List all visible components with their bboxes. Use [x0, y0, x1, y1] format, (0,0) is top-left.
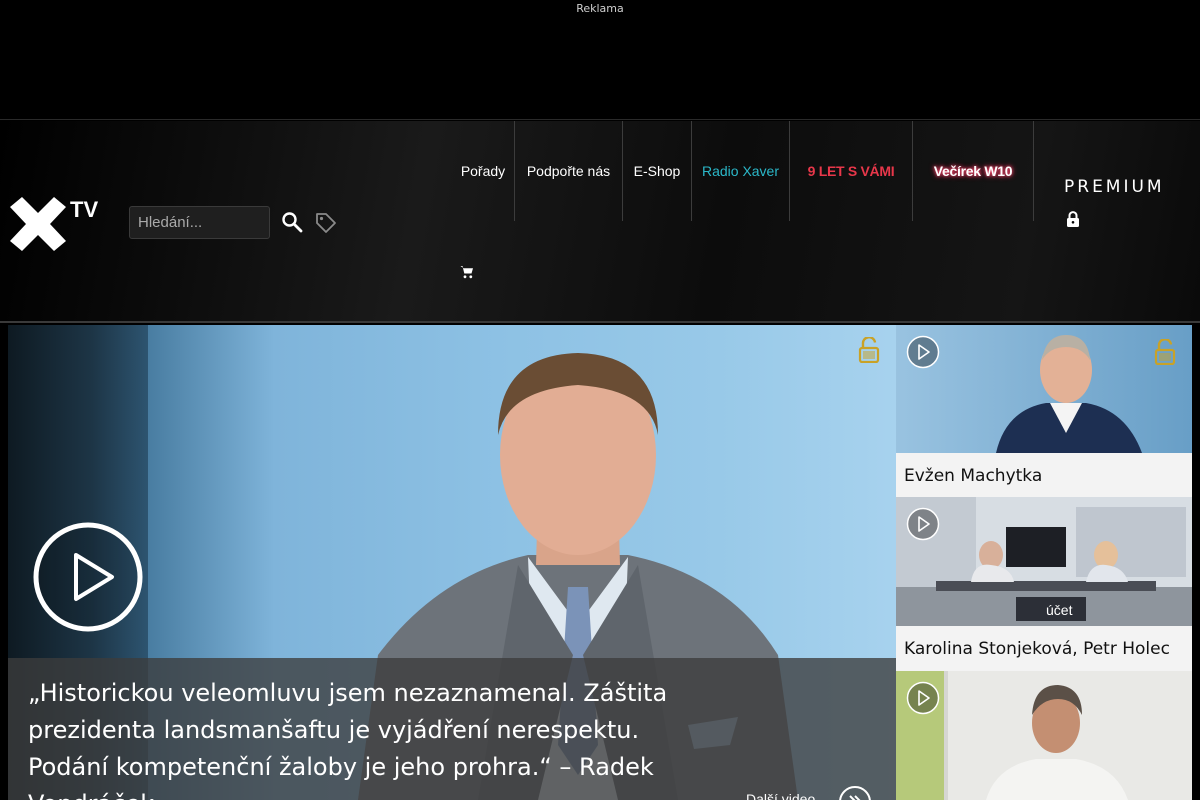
logo-text: TV: [70, 197, 98, 222]
svg-text:účet: účet: [1046, 602, 1073, 618]
video-thumbnail: účet: [896, 497, 1192, 626]
play-icon[interactable]: [906, 335, 940, 369]
lock-open-icon: [858, 336, 880, 364]
cart-icon[interactable]: [460, 265, 474, 279]
lock-icon: [1066, 211, 1080, 227]
nav-radio-xaver[interactable]: Radio Xaver: [692, 121, 789, 221]
nav-eshop[interactable]: E-Shop: [623, 121, 691, 221]
tag-icon[interactable]: [314, 211, 338, 235]
video-title[interactable]: Evžen Machytka: [904, 466, 1042, 486]
next-video-icon[interactable]: [838, 785, 872, 800]
ad-label: Reklama: [576, 2, 624, 15]
video-thumbnail: [896, 671, 1192, 800]
play-icon[interactable]: [906, 507, 940, 541]
premium-link[interactable]: PREMIUM: [1064, 177, 1165, 197]
play-icon[interactable]: [906, 681, 940, 715]
video-card[interactable]: účet Karolina Stonjeková, Petr Holec: [896, 497, 1192, 671]
xtv-logo[interactable]: TV: [8, 195, 104, 255]
nav-vecirek-w10[interactable]: Večírek W10: [913, 121, 1033, 221]
more-video-link[interactable]: Další video: [746, 791, 815, 800]
video-thumbnail: [896, 325, 1192, 453]
lock-open-icon: [1154, 338, 1176, 366]
nav-porady[interactable]: Pořady: [452, 121, 514, 221]
search-icon[interactable]: [281, 211, 303, 233]
site-header: TV Pořady Podpořte nás E-Shop Radio Xave…: [0, 121, 1200, 323]
video-caption[interactable]: „Historickou veleomluvu jsem nezaznamena…: [28, 675, 688, 800]
video-card[interactable]: [896, 671, 1192, 800]
video-card[interactable]: Evžen Machytka: [896, 325, 1192, 497]
featured-video[interactable]: „Historickou veleomluvu jsem nezaznamena…: [8, 325, 896, 800]
ad-banner: Reklama: [0, 0, 1200, 120]
nav-separator: [1033, 121, 1034, 221]
play-icon[interactable]: [32, 521, 144, 633]
nav-podporte-nas[interactable]: Podpořte nás: [515, 121, 622, 221]
nav-9-let[interactable]: 9 LET S VÁMI: [790, 121, 912, 221]
video-title[interactable]: Karolina Stonjeková, Petr Holec: [904, 639, 1170, 659]
search-input[interactable]: [129, 206, 270, 239]
